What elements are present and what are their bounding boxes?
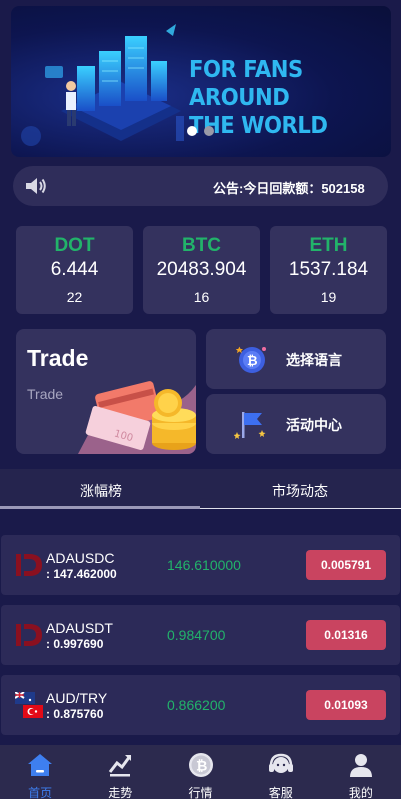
activity-center-label: 活动中心 (286, 417, 342, 433)
pair-price: 0.866200 (167, 697, 226, 713)
tabbar-trend-label: 走势 (108, 786, 133, 799)
select-language-button[interactable]: ₿ 选择语言 (206, 329, 386, 389)
tabbar-home-label: 首页 (28, 786, 53, 799)
tabbar-trend[interactable]: 走势 (80, 745, 160, 799)
ticker-cards: DOT 6.444 22 BTC 20483.904 16 ETH 1537.1… (16, 226, 387, 314)
pair-volume: : 147.462000 (46, 567, 117, 581)
speaker-icon (26, 178, 46, 194)
bottom-tab-bar: 首页 走势 ₿ 行情 客服 我的 (0, 745, 401, 799)
cardano-d-logo-icon (16, 624, 42, 646)
ticker-price: 20483.904 (156, 259, 247, 280)
banner-headline-line1: FOR FANS AROUND (189, 57, 303, 111)
pair-volume: : 0.875760 (46, 707, 104, 721)
ticker-symbol: BTC (181, 235, 222, 256)
market-row[interactable]: AUD/TRY : 0.875760 0.866200 0.01093 (1, 675, 400, 735)
ticker-count: 16 (193, 289, 210, 305)
home-icon (28, 754, 53, 776)
banner-headline-line2: THE WORLD (189, 113, 328, 139)
bitcoin-globe-icon: ₿ (235, 346, 266, 373)
user-profile-icon (349, 754, 372, 777)
ticker-count: 19 (320, 289, 337, 305)
trade-card[interactable]: Trade Trade 100 (16, 329, 196, 454)
change-badge[interactable]: 0.005791 (306, 550, 386, 580)
tab-gainers[interactable]: 涨幅榜 (80, 481, 122, 501)
svg-text:₿: ₿ (196, 759, 207, 775)
carousel-dots (187, 126, 214, 136)
cardano-d-logo-icon (16, 554, 42, 576)
activity-center-button[interactable]: 活动中心 (206, 394, 386, 454)
ticker-symbol: DOT (54, 235, 95, 256)
credit-card-coins-icon: 100 (78, 381, 196, 454)
svg-text:₿: ₿ (247, 354, 258, 369)
flag-stars-icon (234, 412, 266, 439)
ticker-card-eth[interactable]: ETH 1537.184 19 (270, 226, 387, 314)
tabbar-quotes[interactable]: ₿ 行情 (160, 745, 240, 799)
ticker-price: 6.444 (50, 259, 99, 280)
select-language-label: 选择语言 (286, 352, 342, 368)
announcement-bar[interactable]: 公告:今日回款额：502158 (13, 166, 388, 206)
tabbar-service[interactable]: 客服 (241, 745, 321, 799)
announcement-text: 公告:今日回款额：502158 (213, 181, 365, 196)
isometric-servers-illustration-icon (21, 24, 184, 146)
ticker-count: 22 (66, 289, 83, 305)
pair-name: AUD/TRY (46, 690, 108, 706)
market-row[interactable]: ADAUSDC : 147.462000 146.610000 0.005791 (1, 535, 400, 595)
tabbar-quotes-label: 行情 (188, 786, 213, 799)
banner-headline: FOR FANS AROUND THE WORLD (189, 56, 375, 140)
pair-name: ADAUSDC (46, 550, 115, 566)
carousel-dot-2[interactable] (204, 126, 214, 136)
ticker-price: 1537.184 (288, 259, 369, 280)
tabbar-mine-label: 我的 (348, 786, 373, 799)
active-tab-indicator (0, 506, 200, 509)
tabbar-service-label: 客服 (268, 786, 293, 799)
promo-banner[interactable]: FOR FANS AROUND THE WORLD (11, 6, 391, 157)
trade-subtitle: Trade (27, 386, 64, 402)
market-tabs: 涨幅榜 市场动态 (0, 469, 401, 509)
headset-support-icon (268, 753, 293, 773)
bitcoin-coin-icon: ₿ (188, 753, 213, 777)
tab-market-news[interactable]: 市场动态 (272, 481, 328, 501)
change-badge[interactable]: 0.01093 (306, 690, 386, 720)
trend-chart-icon (109, 755, 132, 777)
market-row[interactable]: ADAUSDT : 0.997690 0.984700 0.01316 (1, 605, 400, 665)
pair-name: ADAUSDT (46, 620, 113, 636)
aud-try-flags-icon (15, 692, 43, 718)
ticker-symbol: ETH (309, 235, 348, 256)
pair-price: 0.984700 (167, 627, 226, 643)
pair-volume: : 0.997690 (46, 637, 104, 651)
ticker-card-dot[interactable]: DOT 6.444 22 (16, 226, 133, 314)
tabbar-home[interactable]: 首页 (0, 745, 80, 799)
carousel-dot-1[interactable] (187, 126, 197, 136)
ticker-card-btc[interactable]: BTC 20483.904 16 (143, 226, 260, 314)
change-badge[interactable]: 0.01316 (306, 620, 386, 650)
pair-price: 146.610000 (167, 557, 241, 573)
tabbar-mine[interactable]: 我的 (321, 745, 401, 799)
